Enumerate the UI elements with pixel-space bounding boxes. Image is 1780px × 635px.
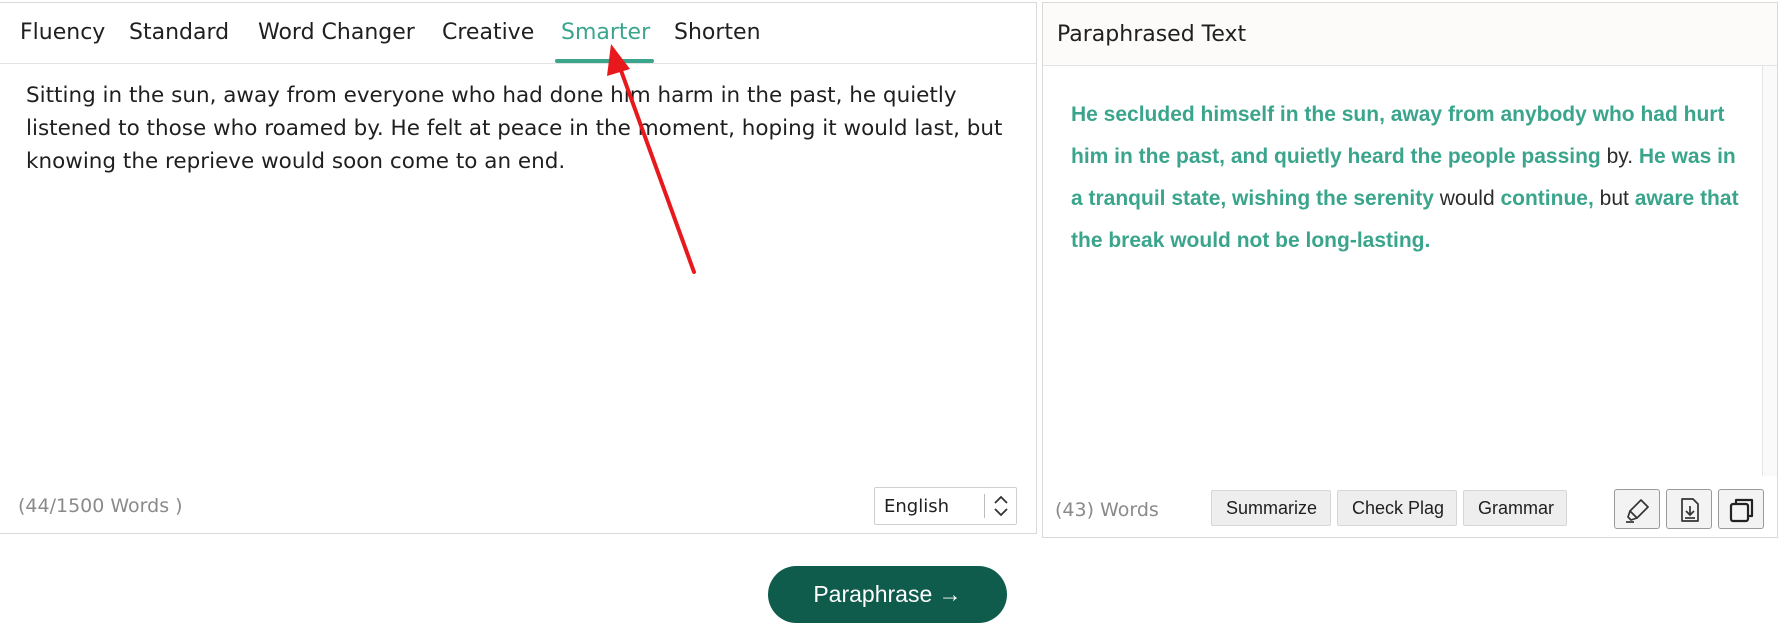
unchanged-segment: but <box>1593 187 1635 210</box>
copy-button[interactable] <box>1718 489 1764 529</box>
tab-shorten[interactable]: Shorten <box>674 20 761 45</box>
check-plag-button[interactable]: Check Plag <box>1337 490 1457 526</box>
paraphrase-button[interactable]: Paraphrase → <box>768 566 1007 623</box>
input-panel: Fluency Standard Word Changer Creative S… <box>0 2 1037 534</box>
highlight-button[interactable] <box>1614 489 1660 529</box>
active-tab-indicator <box>555 59 654 63</box>
output-header: Paraphrased Text <box>1043 3 1777 66</box>
unchanged-segment: by. <box>1600 145 1639 168</box>
mode-tabs: Fluency Standard Word Changer Creative S… <box>0 3 1036 64</box>
output-scrollbar[interactable] <box>1762 66 1777 476</box>
highlighter-icon <box>1626 499 1649 523</box>
output-word-count: (43) Words <box>1055 499 1159 521</box>
copy-icon <box>1729 498 1754 523</box>
language-select-divider <box>984 494 985 518</box>
download-button[interactable] <box>1666 489 1712 529</box>
tab-standard[interactable]: Standard <box>129 20 229 45</box>
input-word-count: (44/1500 Words ) <box>18 495 183 517</box>
summarize-button[interactable]: Summarize <box>1211 490 1331 526</box>
paraphrased-output: He secluded himself in the sun, away fro… <box>1071 94 1751 262</box>
download-icon <box>1681 498 1699 522</box>
output-panel: Paraphrased Text He secluded himself in … <box>1042 2 1778 538</box>
tab-fluency[interactable]: Fluency <box>20 20 105 45</box>
changed-segment[interactable]: continue, <box>1500 187 1593 210</box>
grammar-button[interactable]: Grammar <box>1463 490 1567 526</box>
up-down-chevron-icon <box>991 492 1011 520</box>
tab-word-changer[interactable]: Word Changer <box>258 20 415 45</box>
unchanged-segment: would <box>1433 187 1501 210</box>
tab-creative[interactable]: Creative <box>442 20 534 45</box>
language-select[interactable]: English <box>874 487 1017 525</box>
tab-smarter[interactable]: Smarter <box>561 20 650 45</box>
input-textarea[interactable]: Sitting in the sun, away from everyone w… <box>26 79 1016 178</box>
output-title: Paraphrased Text <box>1057 22 1247 47</box>
language-select-value: English <box>884 496 949 517</box>
